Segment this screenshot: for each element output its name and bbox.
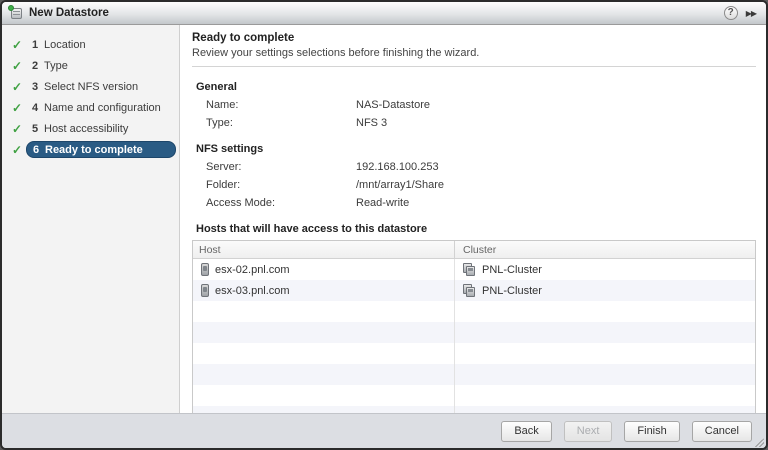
step-label: Type xyxy=(44,59,68,72)
host-name: esx-03.pnl.com xyxy=(215,284,290,297)
sidebar-item-select-nfs-version[interactable]: ✓ 3 Select NFS version xyxy=(2,76,179,97)
step-label: Select NFS version xyxy=(44,80,139,93)
summary-row-name: Name: NAS-Datastore xyxy=(192,99,756,111)
step-label: Host accessibility xyxy=(44,122,129,135)
sidebar-item-ready-to-complete[interactable]: ✓ 6 Ready to complete xyxy=(2,139,179,160)
cancel-button[interactable]: Cancel xyxy=(691,420,752,442)
section-heading: NFS settings xyxy=(196,143,264,155)
check-icon: ✓ xyxy=(11,121,23,136)
hosts-table-heading: Hosts that will have access to this data… xyxy=(196,223,428,235)
check-icon: ✓ xyxy=(11,142,23,157)
column-header-host[interactable]: Host xyxy=(193,241,455,258)
summary-label: Folder: xyxy=(206,179,241,191)
section-heading: General xyxy=(196,81,237,93)
hosts-table-header: Host Cluster xyxy=(193,241,755,259)
empty-row xyxy=(193,385,755,406)
step-number: 6 xyxy=(32,143,40,156)
check-icon: ✓ xyxy=(11,37,23,52)
host-icon xyxy=(201,263,209,276)
summary-row-server: Server: 192.168.100.253 xyxy=(192,161,756,173)
step-number: 3 xyxy=(31,80,39,93)
table-row[interactable]: esx-03.pnl.com PNL-Cluster xyxy=(193,280,755,301)
summary-value: Read-write xyxy=(356,197,410,209)
summary-row-type: Type: NFS 3 xyxy=(192,117,756,129)
main-panel: Ready to complete Review your settings s… xyxy=(180,25,766,413)
cluster-name: PNL-Cluster xyxy=(482,263,542,276)
next-button: Next xyxy=(563,420,613,442)
empty-row xyxy=(193,364,755,385)
title-bar: New Datastore ? ▶▶ xyxy=(2,2,766,25)
collapse-steps-icon[interactable]: ▶▶ xyxy=(744,7,758,20)
host-name: esx-02.pnl.com xyxy=(215,263,290,276)
empty-row xyxy=(193,301,755,322)
step-number: 5 xyxy=(31,122,39,135)
dialog-footer: Back Next Finish Cancel xyxy=(2,413,766,448)
summary-row-access-mode: Access Mode: Read-write xyxy=(192,197,756,209)
empty-row xyxy=(193,406,755,413)
step-number: 1 xyxy=(31,38,39,51)
section-nfs-settings: NFS settings Server: 192.168.100.253 Fol… xyxy=(192,143,756,209)
section-general: General Name: NAS-Datastore Type: NFS 3 xyxy=(192,81,756,129)
empty-row xyxy=(193,343,755,364)
summary-value: NFS 3 xyxy=(356,117,388,129)
summary-value: NAS-Datastore xyxy=(356,99,430,111)
step-number: 4 xyxy=(31,101,39,114)
sidebar-item-type[interactable]: ✓ 2 Type xyxy=(2,55,179,76)
step-number: 2 xyxy=(31,59,39,72)
column-header-cluster[interactable]: Cluster xyxy=(455,241,755,258)
check-icon: ✓ xyxy=(11,79,23,94)
summary-value: /mnt/array1/Share xyxy=(356,179,445,191)
summary-label: Name: xyxy=(206,99,239,111)
sidebar-item-name-and-configuration[interactable]: ✓ 4 Name and configuration xyxy=(2,97,179,118)
empty-row xyxy=(193,322,755,343)
cluster-icon xyxy=(463,284,476,297)
summary-value: 192.168.100.253 xyxy=(356,161,439,173)
help-icon[interactable]: ? xyxy=(723,6,738,20)
page-title: Ready to complete xyxy=(192,32,295,44)
step-label: Ready to complete xyxy=(45,143,143,156)
sidebar-item-location[interactable]: ✓ 1 Location xyxy=(2,34,179,55)
wizard-steps-sidebar: ✓ 1 Location ✓ 2 Type ✓ 3 Select NFS versio… xyxy=(2,25,180,413)
check-icon: ✓ xyxy=(11,58,23,73)
step-label: Location xyxy=(44,38,86,51)
check-icon: ✓ xyxy=(11,100,23,115)
finish-button[interactable]: Finish xyxy=(624,420,680,442)
cluster-name: PNL-Cluster xyxy=(482,284,542,297)
summary-label: Type: xyxy=(206,117,233,129)
summary-label: Access Mode: xyxy=(206,197,276,209)
datastore-add-icon xyxy=(8,4,23,20)
host-icon xyxy=(201,284,209,297)
resize-grip[interactable] xyxy=(755,438,764,447)
window-title: New Datastore xyxy=(29,7,109,19)
back-button[interactable]: Back xyxy=(501,420,552,442)
table-row[interactable]: esx-02.pnl.com PNL-Cluster xyxy=(193,259,755,280)
page-subtitle: Review your settings selections before f… xyxy=(192,47,756,67)
hosts-table: Host Cluster esx-02.pnl.com PNL-Cluster xyxy=(192,240,756,413)
summary-row-folder: Folder: /mnt/array1/Share xyxy=(192,179,756,191)
step-label: Name and configuration xyxy=(44,101,161,114)
cluster-icon xyxy=(463,263,476,276)
summary-label: Server: xyxy=(206,161,242,173)
sidebar-item-host-accessibility[interactable]: ✓ 5 Host accessibility xyxy=(2,118,179,139)
new-datastore-dialog: New Datastore ? ▶▶ ✓ 1 Location ✓ 2 Type ✓… xyxy=(0,0,768,450)
